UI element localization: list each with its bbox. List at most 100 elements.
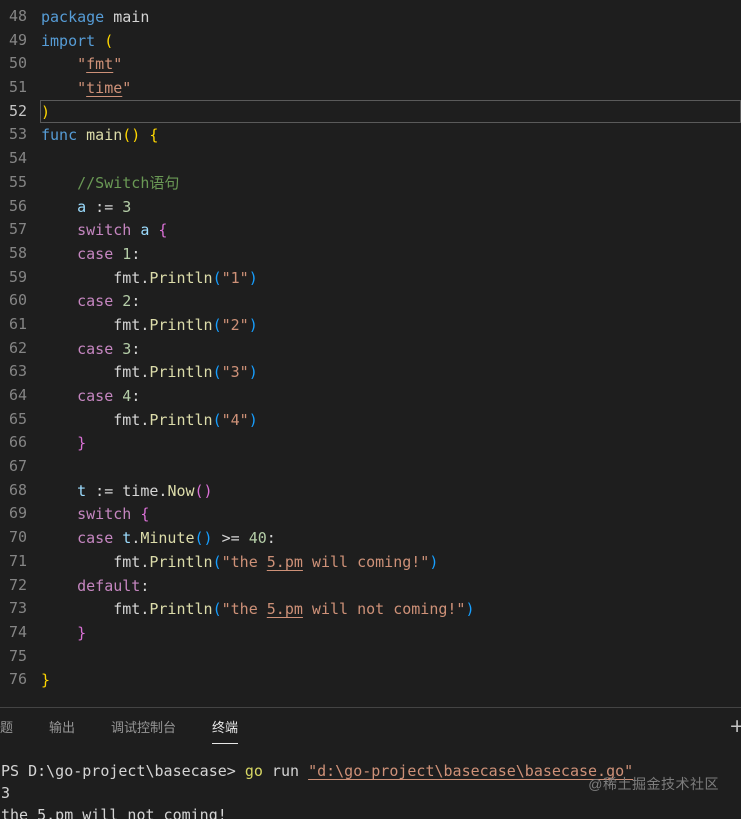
code-text: case 3: — [40, 337, 741, 361]
code-token: } — [41, 671, 51, 690]
line-number[interactable]: 66 — [0, 431, 40, 455]
code-line[interactable]: 54 — [0, 147, 741, 171]
line-number[interactable]: 63 — [0, 360, 40, 384]
line-number[interactable]: 50 — [0, 52, 40, 76]
code-token: Println — [149, 552, 213, 571]
code-line[interactable]: 66 } — [0, 431, 741, 455]
panel-tab-problems[interactable]: 问题 — [0, 709, 13, 744]
line-number[interactable]: 51 — [0, 76, 40, 100]
line-number[interactable]: 74 — [0, 621, 40, 645]
code-line[interactable]: 68 t := time.Now() — [0, 479, 741, 503]
panel-tab-debug-console[interactable]: 调试控制台 — [111, 709, 176, 744]
line-number[interactable]: 62 — [0, 337, 40, 361]
line-number[interactable]: 59 — [0, 266, 40, 290]
code-token: . — [131, 529, 141, 548]
code-line[interactable]: 52) — [0, 99, 741, 124]
code-line[interactable]: 59 fmt.Println("1") — [0, 266, 741, 290]
code-token: : — [131, 387, 141, 405]
code-line[interactable]: 76} — [0, 668, 741, 692]
code-token: "1" — [221, 268, 249, 287]
code-token: { — [140, 505, 150, 524]
code-token: " — [77, 55, 87, 74]
line-number[interactable]: 65 — [0, 408, 40, 432]
line-number[interactable]: 49 — [0, 29, 40, 53]
code-line[interactable]: 71 fmt.Println("the 5.pm will coming!") — [0, 550, 741, 574]
code-line[interactable]: 65 fmt.Println("4") — [0, 408, 741, 432]
editor-rows: 48 package main 49 import (50 "fmt" 51 "time… — [0, 5, 741, 692]
code-token: Now — [167, 481, 195, 500]
code-line[interactable]: 48 package main — [0, 5, 741, 29]
line-number[interactable]: 72 — [0, 574, 40, 598]
code-text: a := 3 — [40, 195, 741, 219]
code-line[interactable]: 64 case 4: — [0, 384, 741, 408]
panel-tab-output[interactable]: 输出 — [49, 709, 75, 744]
panel-tab-terminal[interactable]: 终端 — [212, 709, 239, 744]
line-number[interactable]: 75 — [0, 645, 40, 669]
code-text: case 1: — [40, 242, 741, 266]
code-line[interactable]: 56 a := 3 — [0, 195, 741, 219]
code-line[interactable]: 67 — [0, 455, 741, 479]
code-editor[interactable]: 48 package main 49 import (50 "fmt" 51 "time… — [0, 0, 741, 707]
terminal-output[interactable]: PS D:\go-project\basecase> go run "d:\go… — [0, 744, 741, 819]
code-line[interactable]: 57 switch a { — [0, 218, 741, 242]
line-number[interactable]: 58 — [0, 242, 40, 266]
line-number[interactable]: 68 — [0, 479, 40, 503]
code-token: : — [131, 339, 141, 358]
code-token: : — [131, 292, 141, 311]
code-line[interactable]: 50 "fmt" — [0, 52, 741, 76]
line-number[interactable]: 71 — [0, 550, 40, 574]
code-line[interactable]: 70 case t.Minute() >= 40: — [0, 526, 741, 550]
code-line[interactable]: 63 fmt.Println("3") — [0, 360, 741, 384]
line-number[interactable]: 60 — [0, 289, 40, 313]
code-token: := time. — [86, 481, 168, 500]
code-line[interactable]: 62 case 3: — [0, 337, 741, 361]
code-line[interactable]: 51 "time" — [0, 76, 741, 100]
code-line[interactable]: 49 import ( — [0, 29, 741, 53]
code-token: switch — [77, 505, 132, 524]
terminal-line: PS D:\go-project\basecase> go run "d:\go… — [1, 760, 741, 782]
code-token: 1 — [122, 244, 132, 263]
code-text: } — [40, 668, 741, 692]
code-token: case — [77, 529, 114, 548]
code-token: ( — [212, 552, 222, 571]
line-number[interactable]: 53 — [0, 123, 40, 147]
code-text: } — [40, 431, 741, 455]
code-line[interactable]: 60 case 2: — [0, 289, 741, 313]
code-token: 3 — [122, 339, 132, 358]
code-line[interactable]: 72 default: — [0, 574, 741, 598]
code-line[interactable]: 55 //Switch语句 — [0, 171, 741, 195]
line-number[interactable]: 64 — [0, 384, 40, 408]
line-number[interactable]: 56 — [0, 195, 40, 219]
line-number[interactable]: 70 — [0, 526, 40, 550]
code-line[interactable]: 73 fmt.Println("the 5.pm will not coming… — [0, 597, 741, 621]
code-token: } — [77, 434, 87, 453]
code-token: { — [149, 126, 159, 145]
code-token: " — [113, 55, 123, 74]
line-number[interactable]: 57 — [0, 218, 40, 242]
line-number[interactable]: 55 — [0, 171, 40, 195]
code-line[interactable]: 58 case 1: — [0, 242, 741, 266]
line-number[interactable]: 61 — [0, 313, 40, 337]
new-terminal-icon[interactable]: + — [729, 714, 741, 738]
line-number[interactable]: 69 — [0, 502, 40, 526]
code-line[interactable]: 75 — [0, 645, 741, 669]
code-line[interactable]: 61 fmt.Println("2") — [0, 313, 741, 337]
line-number[interactable]: 52 — [0, 100, 40, 124]
line-number[interactable]: 76 — [0, 668, 40, 692]
line-number[interactable]: 48 — [0, 5, 40, 29]
line-number[interactable]: 54 — [0, 147, 40, 171]
code-token: case — [77, 292, 114, 311]
code-token: { — [158, 221, 168, 240]
code-token: case — [77, 339, 114, 358]
code-token: ( — [212, 600, 222, 619]
line-number[interactable]: 73 — [0, 597, 40, 621]
line-number[interactable]: 67 — [0, 455, 40, 479]
code-line[interactable]: 69 switch { — [0, 502, 741, 526]
code-line[interactable]: 74 } — [0, 621, 741, 645]
code-line[interactable]: 53 func main() { — [0, 123, 741, 147]
